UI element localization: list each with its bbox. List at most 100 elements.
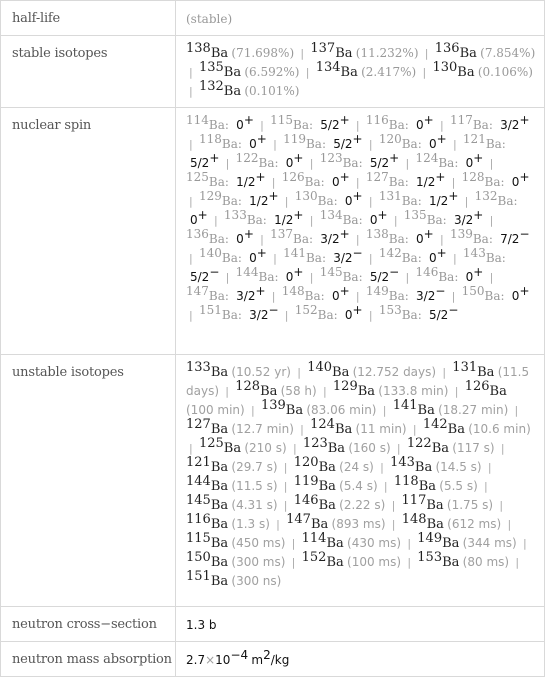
parity: + <box>243 227 254 241</box>
mass-number: 122 <box>406 436 432 451</box>
parity: + <box>293 265 304 279</box>
element-symbol: Ba: <box>497 194 518 208</box>
element-symbol: Ba <box>318 479 336 494</box>
unstable-isotope-item: 151Ba (300 ns) <box>186 570 282 589</box>
parity: − <box>389 265 400 279</box>
separator: | <box>213 214 218 227</box>
element-symbol: Ba <box>318 498 336 513</box>
element-symbol: Ba <box>210 46 229 61</box>
nuclear-spin-item: 126Ba: 0+ <box>282 171 350 189</box>
mass-number: 141 <box>392 398 418 413</box>
element-symbol: Ba <box>310 517 329 532</box>
separator: | <box>507 518 512 531</box>
element-symbol: Ba <box>334 422 353 437</box>
nuclear-spin-item: 147Ba: 3/2+ <box>186 285 266 303</box>
mass-number: 152 <box>294 303 318 317</box>
element-symbol: Ba: <box>438 156 459 170</box>
nuclear-spin-item: 141Ba: 3/2− <box>283 247 363 265</box>
unstable-isotope-item: 122Ba (117 s) <box>407 437 495 456</box>
element-symbol: Ba: <box>221 308 242 322</box>
mass-number: 118 <box>198 132 222 146</box>
nuclear-spin-item: 124Ba: 0+ <box>415 152 483 170</box>
half-life: (18.27 min) <box>438 403 509 417</box>
parity: + <box>339 170 350 184</box>
element-symbol: Ba <box>260 384 278 399</box>
separator: | <box>405 157 410 170</box>
spin-value: 3/2 <box>500 118 520 132</box>
nuclear-spin-item: 149Ba: 3/2− <box>366 285 446 303</box>
separator: | <box>273 138 277 151</box>
nuclear-spin-item: 118Ba: 0+ <box>199 133 267 151</box>
element-symbol: Ba: <box>401 251 422 265</box>
separator: | <box>522 537 527 550</box>
mass-number: 134 <box>315 60 341 75</box>
element-symbol: Ba: <box>484 175 505 189</box>
nuclear-spin-item: 114Ba: 0+ <box>186 114 254 132</box>
stable-isotope-item: 132Ba (0.101%) <box>199 80 300 99</box>
unstable-isotope-item: 150Ba (300 ms) <box>186 551 285 570</box>
separator: | <box>189 138 193 151</box>
element-symbol: Ba: <box>304 289 325 303</box>
separator: | <box>225 385 229 398</box>
separator: | <box>382 404 387 417</box>
spin-value: 3/2 <box>333 251 353 265</box>
unstable-isotope-item: 120Ba (24 s) <box>294 456 374 475</box>
parity: + <box>389 151 400 165</box>
element-symbol: Ba <box>357 384 376 399</box>
separator: | <box>405 271 410 284</box>
element-symbol: Ba <box>210 536 229 551</box>
spin-value: 0 <box>285 270 294 284</box>
nuclear-spin-item: 137Ba: 3/2+ <box>270 228 350 246</box>
mass-number: 144 <box>235 265 259 279</box>
mass-number: 129 <box>198 189 222 203</box>
spin-value: 1/2 <box>416 175 436 189</box>
row-half-life: half-life (stable) <box>0 0 545 36</box>
parity: + <box>256 246 267 260</box>
half-life: (10.6 min) <box>468 422 531 436</box>
mass-number: 127 <box>186 417 211 432</box>
neutron-cross-section-value: 1.3 b <box>175 606 545 642</box>
spin-value: 0 <box>511 289 520 303</box>
unstable-isotope-item: 117Ba (1.75 s) <box>402 494 494 513</box>
mass-number: 146 <box>293 493 319 508</box>
separator: | <box>284 195 289 208</box>
separator: | <box>489 157 494 170</box>
separator: | <box>396 442 401 455</box>
element-symbol: Ba <box>459 46 477 61</box>
separator: | <box>273 252 277 265</box>
stable-isotope-item: 134Ba (2.417%) <box>316 61 417 80</box>
separator: | <box>451 176 456 189</box>
half-life: (12.752 days) <box>352 365 437 379</box>
separator: | <box>489 271 494 284</box>
element-symbol: Ba: <box>388 232 409 246</box>
spin-value: 0 <box>511 175 520 189</box>
spin-value: 3/2 <box>320 232 340 246</box>
element-symbol: Ba: <box>305 251 326 265</box>
element-symbol: Ba: <box>208 118 229 132</box>
spin-value: 0 <box>249 137 257 151</box>
mass-number: 150 <box>461 284 485 298</box>
separator: | <box>383 480 388 493</box>
unstable-isotope-item: 144Ba (11.5 s) <box>186 475 278 494</box>
half-life: (5.4 s) <box>339 479 378 493</box>
separator: | <box>283 480 288 493</box>
separator: | <box>284 309 289 322</box>
half-life: (117 s) <box>452 441 495 455</box>
stable-isotope-item: 136Ba (7.854%) <box>435 42 536 61</box>
half-life: (300 ns) <box>231 574 282 588</box>
separator: | <box>487 461 492 474</box>
element-symbol: Ba <box>326 536 344 551</box>
separator: | <box>189 252 193 265</box>
unstable-isotope-item: 153Ba (80 ms) <box>417 551 509 570</box>
nuclear-spin-item: 116Ba: 0+ <box>366 114 434 132</box>
mass-number: 137 <box>310 41 336 56</box>
separator: | <box>189 85 193 98</box>
separator: | <box>452 252 457 265</box>
separator: | <box>309 271 314 284</box>
separator: | <box>355 176 360 189</box>
abundance: (0.106%) <box>477 65 533 79</box>
spin-value: 1/2 <box>249 194 269 208</box>
mass-number: 142 <box>378 246 402 260</box>
element-symbol: Ba: <box>438 270 459 284</box>
element-symbol: Ba: <box>401 308 422 322</box>
